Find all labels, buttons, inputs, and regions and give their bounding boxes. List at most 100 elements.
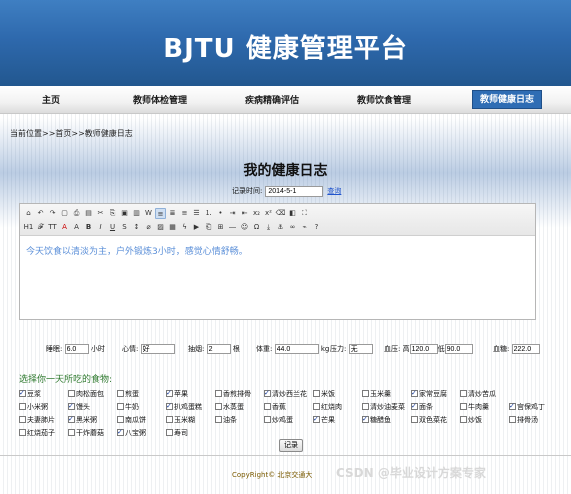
- food-option[interactable]: 油条: [215, 415, 237, 426]
- food-checkbox[interactable]: [19, 388, 26, 399]
- food-option[interactable]: 南瓜饼: [117, 415, 146, 426]
- food-option[interactable]: 干炸蘑菇: [68, 428, 104, 439]
- anchor-icon[interactable]: ⚓: [275, 222, 286, 233]
- food-checkbox[interactable]: [117, 416, 124, 423]
- food-option[interactable]: 牛奶: [117, 402, 139, 413]
- food-option[interactable]: 夫妻肺片: [19, 415, 55, 426]
- food-option[interactable]: 双色菜花: [411, 415, 447, 426]
- stress-input[interactable]: [348, 344, 373, 354]
- sleep-input[interactable]: [64, 344, 89, 354]
- food-checkbox[interactable]: [362, 403, 369, 410]
- record-time-input[interactable]: [265, 186, 324, 197]
- food-checkbox[interactable]: [68, 429, 75, 436]
- food-option[interactable]: 芒果: [313, 414, 335, 426]
- food-option[interactable]: 小米粥: [19, 402, 48, 413]
- clear-format-icon[interactable]: ⌫: [275, 208, 286, 219]
- food-option[interactable]: 八宝粥: [117, 427, 146, 439]
- food-option[interactable]: 馒头: [68, 401, 90, 413]
- strike-icon[interactable]: S: [119, 222, 130, 233]
- multi-image-icon[interactable]: ▦: [167, 222, 178, 233]
- food-option[interactable]: 肉松面包: [68, 389, 104, 400]
- nav-item-checkup[interactable]: 教师体检管理: [133, 93, 187, 106]
- food-checkbox[interactable]: [19, 429, 26, 436]
- superscript-icon[interactable]: x²: [263, 208, 274, 219]
- food-checkbox[interactable]: [19, 403, 26, 410]
- food-option[interactable]: 清炒油麦菜: [362, 402, 405, 413]
- link-icon[interactable]: ∞: [287, 222, 298, 233]
- align-center-icon[interactable]: ≣: [167, 208, 178, 219]
- bp-low-input[interactable]: [444, 344, 473, 354]
- food-checkbox[interactable]: [411, 388, 418, 399]
- remove-format-icon[interactable]: ⌀: [143, 222, 154, 233]
- food-option[interactable]: 寿司: [166, 428, 188, 439]
- table-icon[interactable]: ⊞: [215, 222, 226, 233]
- paste-text-icon[interactable]: ▥: [131, 208, 142, 219]
- food-checkbox[interactable]: [166, 416, 173, 423]
- unlink-icon[interactable]: ⌁: [299, 222, 310, 233]
- food-checkbox[interactable]: [362, 390, 369, 397]
- paste-icon[interactable]: ▣: [119, 208, 130, 219]
- food-option[interactable]: 炒饭: [460, 415, 482, 426]
- food-checkbox[interactable]: [509, 401, 516, 412]
- food-checkbox[interactable]: [117, 403, 124, 410]
- media-icon[interactable]: ▶: [191, 222, 202, 233]
- food-checkbox[interactable]: [215, 403, 222, 410]
- food-checkbox[interactable]: [19, 416, 26, 423]
- food-option[interactable]: 扒鸡蛋糕: [166, 401, 202, 413]
- subscript-icon[interactable]: x₂: [251, 208, 262, 219]
- justify-icon[interactable]: ☰: [191, 208, 202, 219]
- help-icon[interactable]: ?: [311, 222, 322, 233]
- italic-icon[interactable]: I: [95, 222, 106, 233]
- food-checkbox[interactable]: [313, 414, 320, 425]
- print-icon[interactable]: ⎙: [71, 208, 82, 219]
- food-option[interactable]: 红烧肉: [313, 402, 342, 413]
- food-option[interactable]: 玉米糊: [166, 415, 195, 426]
- cut-icon[interactable]: ✂: [95, 208, 106, 219]
- food-option[interactable]: 玉米羹: [362, 389, 391, 400]
- food-checkbox[interactable]: [166, 388, 173, 399]
- flash-icon[interactable]: ϟ: [179, 222, 190, 233]
- food-option[interactable]: 香煎排骨: [215, 389, 251, 400]
- food-option[interactable]: 清炒苦瓜: [460, 389, 496, 400]
- food-option[interactable]: 糖醋鱼: [362, 414, 391, 426]
- food-checkbox[interactable]: [313, 390, 320, 397]
- paste-word-icon[interactable]: W: [143, 208, 154, 219]
- food-checkbox[interactable]: [460, 390, 467, 397]
- blood-sugar-input[interactable]: [511, 344, 540, 354]
- align-right-icon[interactable]: ≡: [179, 208, 190, 219]
- food-checkbox[interactable]: [117, 427, 124, 438]
- food-option[interactable]: 米饭: [313, 389, 335, 400]
- insert-file-icon[interactable]: ⎗: [203, 222, 214, 233]
- copy-icon[interactable]: ⎘: [107, 208, 118, 219]
- food-checkbox[interactable]: [68, 401, 75, 412]
- food-option[interactable]: 黑米粥: [68, 414, 97, 426]
- smoking-input[interactable]: [206, 344, 231, 354]
- preview-icon[interactable]: ▢: [59, 208, 70, 219]
- nav-item-assessment[interactable]: 疾病精确评估: [245, 93, 299, 106]
- indent-icon[interactable]: ⇥: [227, 208, 238, 219]
- food-checkbox[interactable]: [460, 416, 467, 423]
- food-option[interactable]: 豆浆: [19, 388, 41, 400]
- nav-item-home[interactable]: 主页: [42, 93, 60, 106]
- undo-icon[interactable]: ↶: [35, 208, 46, 219]
- food-checkbox[interactable]: [509, 416, 516, 423]
- submit-record-button[interactable]: 记录: [279, 439, 303, 452]
- food-checkbox[interactable]: [264, 416, 271, 423]
- editor-content[interactable]: 今天饮食以清淡为主，户外锻炼3小时，感觉心情舒畅。: [20, 236, 535, 265]
- select-all-icon[interactable]: ◧: [287, 208, 298, 219]
- food-option[interactable]: 水蒸蛋: [215, 402, 244, 413]
- emoticon-icon[interactable]: ☺: [239, 222, 250, 233]
- food-checkbox[interactable]: [68, 414, 75, 425]
- food-option[interactable]: 排骨汤: [509, 415, 538, 426]
- food-option[interactable]: 家常豆腐: [411, 388, 447, 400]
- nav-item-diet[interactable]: 教师饮食管理: [357, 93, 411, 106]
- source-icon[interactable]: ⌂: [23, 208, 34, 219]
- food-option[interactable]: 香蕉: [264, 402, 286, 413]
- line-height-icon[interactable]: ↕: [131, 222, 142, 233]
- bp-high-input[interactable]: [409, 344, 438, 354]
- food-checkbox[interactable]: [215, 390, 222, 397]
- food-checkbox[interactable]: [411, 416, 418, 423]
- outdent-icon[interactable]: ⇤: [239, 208, 250, 219]
- bg-color-icon[interactable]: A: [71, 222, 82, 233]
- food-checkbox[interactable]: [264, 403, 271, 410]
